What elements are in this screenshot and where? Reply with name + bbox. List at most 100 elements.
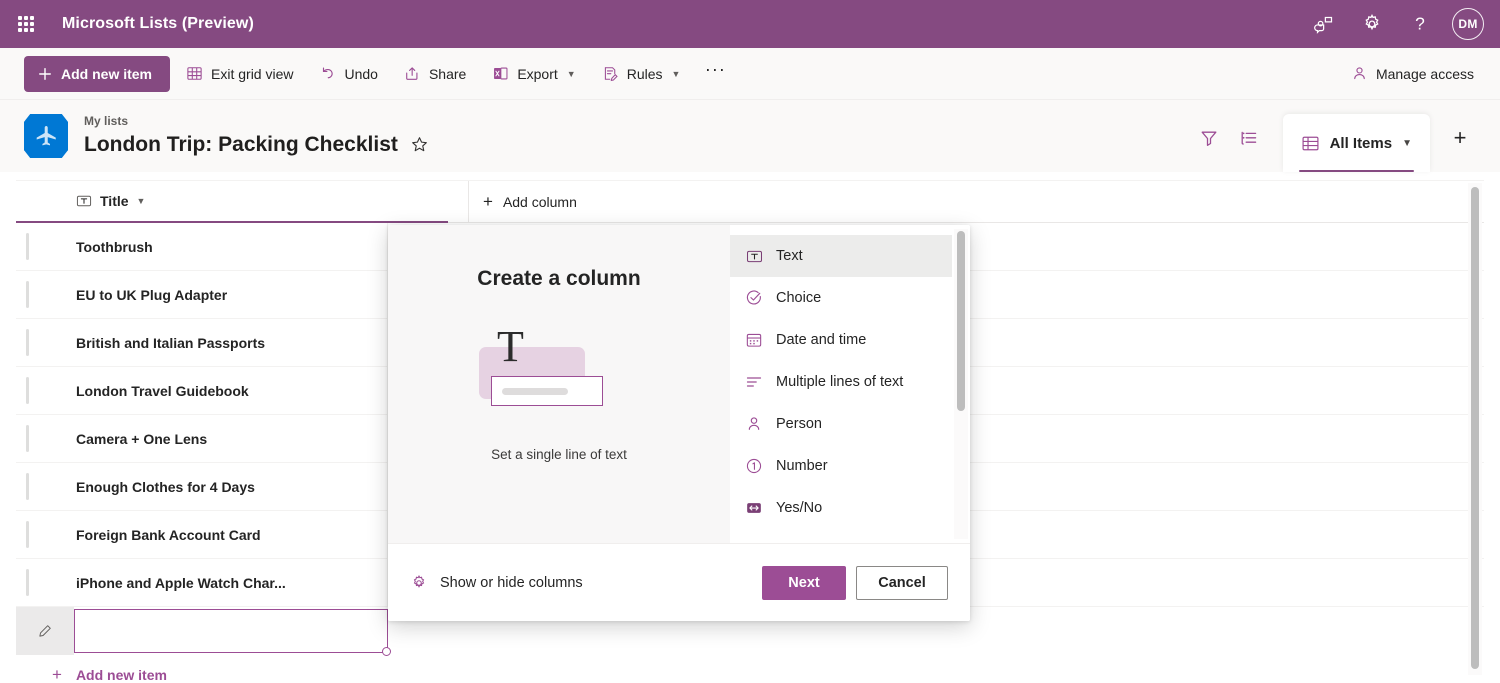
app-launcher-button[interactable] bbox=[6, 4, 46, 44]
illustration-placeholder-bar bbox=[502, 387, 568, 395]
rules-button[interactable]: Rules ▼ bbox=[592, 56, 691, 92]
row-title-cell[interactable]: British and Italian Passports bbox=[16, 319, 388, 366]
grid-icon bbox=[1302, 136, 1319, 150]
type-option-yes-no[interactable]: Yes/No bbox=[730, 487, 952, 529]
add-column-button[interactable]: + Add column bbox=[468, 181, 593, 222]
row-accent-bar bbox=[26, 425, 29, 452]
cancel-button[interactable]: Cancel bbox=[856, 565, 948, 600]
type-option-label: Text bbox=[776, 248, 803, 264]
grid-icon bbox=[187, 67, 202, 80]
manage-access-button[interactable]: Manage access bbox=[1341, 56, 1484, 92]
multiline-text-icon bbox=[744, 372, 764, 392]
suite-header-actions: ? DM bbox=[1304, 4, 1484, 44]
page-title: London Trip: Packing Checklist bbox=[84, 132, 398, 156]
type-list-scrollbar-thumb[interactable] bbox=[957, 231, 965, 411]
undo-button[interactable]: Undo bbox=[309, 56, 387, 92]
row-accent-bar bbox=[26, 569, 29, 596]
filter-icon bbox=[1201, 131, 1217, 146]
feedback-button[interactable] bbox=[1304, 4, 1344, 44]
settings-button[interactable] bbox=[1352, 4, 1392, 44]
text-column-illustration: T bbox=[469, 325, 649, 411]
chevron-down-icon: ▼ bbox=[136, 196, 146, 206]
gear-icon bbox=[413, 574, 425, 588]
type-option-label: Person bbox=[776, 416, 822, 432]
avatar[interactable]: DM bbox=[1452, 8, 1484, 40]
filter-button[interactable] bbox=[1189, 118, 1229, 158]
add-new-item-row[interactable]: + Add new item bbox=[16, 655, 1484, 683]
add-column-label: Add column bbox=[502, 193, 577, 210]
column-headers: Title ▼ + Add column bbox=[16, 181, 1484, 223]
row-title-cell[interactable]: iPhone and Apple Watch Char... bbox=[16, 559, 388, 606]
toggle-yesno-icon bbox=[744, 498, 764, 518]
type-list-scrollbar[interactable] bbox=[954, 229, 968, 539]
view-tab-label: All Items bbox=[1329, 134, 1393, 152]
add-new-item-label: Add new item bbox=[61, 65, 153, 82]
more-commands-button[interactable]: ··· bbox=[698, 56, 732, 92]
choice-check-circle-icon bbox=[744, 288, 764, 308]
row-title-cell[interactable]: Camera + One Lens bbox=[16, 415, 388, 462]
undo-label: Undo bbox=[344, 65, 378, 82]
row-title-cell[interactable]: Toothbrush bbox=[16, 223, 388, 270]
add-new-item-row-label: Add new item bbox=[75, 667, 167, 683]
row-accent-bar bbox=[26, 521, 29, 548]
list-format-icon bbox=[1241, 131, 1256, 145]
type-option-label: Multiple lines of text bbox=[776, 374, 904, 390]
type-option-number[interactable]: Number bbox=[730, 445, 952, 487]
help-icon: ? bbox=[1415, 14, 1425, 34]
calendar-icon bbox=[744, 330, 764, 350]
row-title-cell[interactable]: London Travel Guidebook bbox=[16, 367, 388, 414]
add-view-button[interactable]: + bbox=[1440, 118, 1480, 158]
command-bar-right: Manage access bbox=[1335, 56, 1484, 92]
feedback-icon bbox=[1313, 16, 1332, 34]
show-or-hide-columns-label: Show or hide columns bbox=[440, 574, 583, 591]
share-label: Share bbox=[428, 65, 467, 82]
dialog-body: Create a column T Set a single line of t… bbox=[388, 225, 970, 543]
rules-label: Rules bbox=[626, 65, 663, 82]
type-option-choice[interactable]: Choice bbox=[730, 277, 952, 319]
grid-scrollbar-thumb[interactable] bbox=[1471, 187, 1479, 669]
plus-icon bbox=[39, 67, 51, 80]
breadcrumb[interactable]: My lists bbox=[84, 114, 429, 129]
row-accent-bar bbox=[26, 329, 29, 356]
list-icon bbox=[24, 114, 68, 158]
view-tab-all-items[interactable]: All Items ▼ bbox=[1282, 114, 1430, 172]
column-type-options: Text Choice Date and time Multiple lines… bbox=[730, 235, 970, 529]
export-icon bbox=[494, 67, 508, 80]
list-title-block: My lists London Trip: Packing Checklist bbox=[84, 114, 429, 159]
exit-grid-view-button[interactable]: Exit grid view bbox=[176, 56, 303, 92]
type-option-label: Choice bbox=[776, 290, 822, 306]
row-title-cell[interactable]: Enough Clothes for 4 Days bbox=[16, 463, 388, 510]
airplane-icon bbox=[36, 126, 56, 146]
row-edit-gutter bbox=[16, 607, 74, 655]
add-new-item-button[interactable]: Add new item bbox=[24, 55, 171, 92]
type-option-text[interactable]: Text bbox=[730, 235, 952, 277]
chevron-down-icon: ▼ bbox=[671, 68, 681, 79]
type-option-date-and-time[interactable]: Date and time bbox=[730, 319, 952, 361]
type-option-person[interactable]: Person bbox=[730, 403, 952, 445]
type-option-label: Yes/No bbox=[776, 500, 823, 516]
type-option-multiple-lines-of-text[interactable]: Multiple lines of text bbox=[730, 361, 952, 403]
row-title-cell[interactable]: EU to UK Plug Adapter bbox=[16, 271, 388, 318]
column-type-list: Text Choice Date and time Multiple lines… bbox=[730, 225, 970, 543]
pencil-icon bbox=[39, 625, 51, 637]
list-format-button[interactable] bbox=[1229, 118, 1269, 158]
undo-icon bbox=[323, 67, 334, 79]
share-button[interactable]: Share bbox=[394, 56, 476, 92]
row-title-cell[interactable]: Foreign Bank Account Card bbox=[16, 511, 388, 558]
show-or-hide-columns-link[interactable]: Show or hide columns bbox=[410, 574, 583, 592]
command-bar: Add new item Exit grid view Undo Share E… bbox=[0, 48, 1500, 100]
help-button[interactable]: ? bbox=[1400, 4, 1440, 44]
text-type-icon bbox=[744, 246, 764, 266]
text-type-icon bbox=[76, 195, 92, 207]
column-header-title[interactable]: Title ▼ bbox=[16, 181, 448, 223]
illustration-input-box bbox=[491, 376, 603, 406]
illustration-caption: Set a single line of text bbox=[491, 447, 627, 462]
new-row-title-input[interactable] bbox=[74, 609, 391, 656]
create-column-dialog: Create a column T Set a single line of t… bbox=[388, 225, 970, 621]
star-outline-icon bbox=[412, 137, 427, 152]
type-option-label: Number bbox=[776, 458, 828, 474]
next-button[interactable]: Next bbox=[762, 565, 846, 600]
grid-scrollbar[interactable] bbox=[1468, 183, 1482, 675]
favorite-button[interactable] bbox=[410, 135, 429, 154]
export-button[interactable]: Export ▼ bbox=[482, 56, 585, 92]
